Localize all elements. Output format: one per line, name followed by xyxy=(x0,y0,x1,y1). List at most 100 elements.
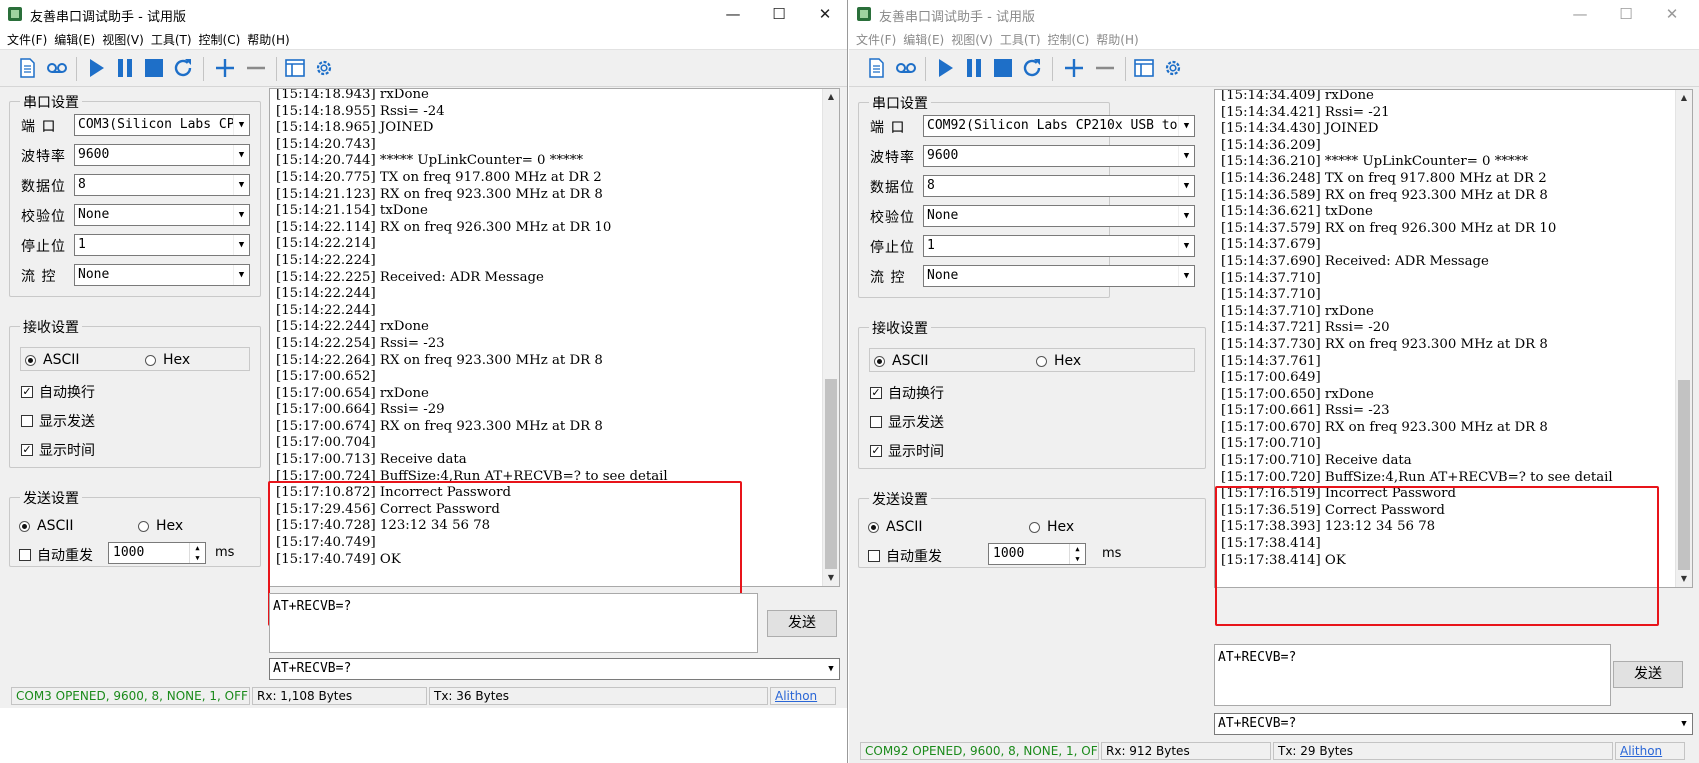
menu-control[interactable]: 控制(C) xyxy=(199,31,241,48)
stop-icon[interactable] xyxy=(990,55,1016,81)
auto-resend-checkbox[interactable]: 自动重发 xyxy=(868,546,942,566)
menu-file[interactable]: 文件(F) xyxy=(856,31,896,48)
minus-icon[interactable] xyxy=(243,55,269,81)
play-icon[interactable] xyxy=(83,55,109,81)
maximize-icon[interactable]: ☐ xyxy=(1603,0,1649,28)
flow-control-select[interactable]: None ▼ xyxy=(923,265,1195,287)
vendor-link[interactable]: Alithon xyxy=(770,687,836,705)
minus-icon[interactable] xyxy=(1092,55,1118,81)
flow-control-select[interactable]: None ▼ xyxy=(74,264,250,286)
data-bits-label: 数据位 xyxy=(870,180,915,196)
scroll-up-icon[interactable]: ▲ xyxy=(823,89,839,105)
refresh-icon[interactable] xyxy=(170,55,196,81)
serial-assistant-window-2: 友善串口调试助手 - 试用版 — ☐ ✕ 文件(F) 编辑(E) 视图(V) 工具(T… xyxy=(849,0,1699,763)
send-ascii-radio[interactable]: ASCII xyxy=(868,519,923,535)
receive-scrollbar[interactable]: ▲ ▼ xyxy=(822,89,839,586)
title-bar[interactable]: 友善串口调试助手 - 试用版 — ☐ ✕ xyxy=(849,0,1699,28)
receive-area[interactable]: [15:14:34.409] rxDone [15:14:34.421] Rss… xyxy=(1214,89,1693,588)
scroll-down-icon[interactable]: ▼ xyxy=(823,570,839,586)
port-label: 端 口 xyxy=(870,120,906,136)
stepper-arrows-icon[interactable]: ▲ ▼ xyxy=(189,543,205,563)
minimize-icon[interactable]: — xyxy=(1557,0,1603,28)
show-time-checkbox[interactable]: ✓ 显示时间 xyxy=(870,441,944,461)
history-select[interactable]: AT+RECVB=? ▼ xyxy=(269,658,840,680)
layout-icon[interactable] xyxy=(1131,55,1157,81)
parity-select[interactable]: None ▼ xyxy=(923,205,1195,227)
play-icon[interactable] xyxy=(932,55,958,81)
receive-format-group: ASCII Hex xyxy=(869,348,1195,372)
scroll-thumb[interactable] xyxy=(825,379,837,569)
group-title: 接收设置 xyxy=(20,317,82,337)
pause-icon[interactable] xyxy=(961,55,987,81)
port-select[interactable]: COM92(Silicon Labs CP210x USB to ▼ xyxy=(923,115,1195,137)
auto-wrap-checkbox[interactable]: ✓ 自动换行 xyxy=(21,382,95,402)
chevron-down-icon: ▼ xyxy=(1178,236,1194,256)
menu-tools[interactable]: 工具(T) xyxy=(1000,31,1041,48)
history-select[interactable]: AT+RECVB=? ▼ xyxy=(1214,713,1693,735)
menu-help[interactable]: 帮助(H) xyxy=(247,31,289,48)
settings-icon[interactable] xyxy=(311,55,337,81)
auto-resend-checkbox[interactable]: 自动重发 xyxy=(19,545,93,565)
receive-area[interactable]: [15:14:18.943] rxDone [15:14:18.955] Rss… xyxy=(269,88,840,587)
plus-icon[interactable] xyxy=(1061,55,1087,81)
plus-icon[interactable] xyxy=(212,55,238,81)
stop-bits-label: 停止位 xyxy=(21,239,66,255)
recv-hex-radio[interactable]: Hex xyxy=(1036,353,1081,369)
interval-stepper[interactable]: 1000 ▲ ▼ xyxy=(108,542,206,564)
tape-icon[interactable] xyxy=(44,55,70,81)
send-hex-radio[interactable]: Hex xyxy=(1029,519,1074,535)
vendor-link[interactable]: Alithon xyxy=(1615,742,1685,760)
send-ascii-radio[interactable]: ASCII xyxy=(19,518,74,534)
port-status: COM3 OPENED, 9600, 8, NONE, 1, OFF xyxy=(11,687,250,705)
recv-ascii-radio[interactable]: ASCII xyxy=(25,352,80,368)
menu-edit[interactable]: 编辑(E) xyxy=(54,31,95,48)
new-file-icon[interactable] xyxy=(14,55,40,81)
scroll-thumb[interactable] xyxy=(1678,380,1690,570)
recv-ascii-radio[interactable]: ASCII xyxy=(874,353,929,369)
menu-edit[interactable]: 编辑(E) xyxy=(903,31,944,48)
menu-help[interactable]: 帮助(H) xyxy=(1096,31,1138,48)
send-input[interactable]: AT+RECVB=? xyxy=(1214,644,1611,706)
close-icon[interactable]: ✕ xyxy=(802,0,847,28)
chevron-down-icon: ▼ xyxy=(233,175,249,195)
data-bits-select[interactable]: 8 ▼ xyxy=(923,175,1195,197)
show-send-checkbox[interactable]: 显示发送 xyxy=(870,412,944,432)
send-input[interactable]: AT+RECVB=? xyxy=(269,593,758,653)
scroll-up-icon[interactable]: ▲ xyxy=(1676,90,1692,106)
menu-view[interactable]: 视图(V) xyxy=(951,31,993,48)
stop-bits-select[interactable]: 1 ▼ xyxy=(923,235,1195,257)
show-time-checkbox[interactable]: ✓ 显示时间 xyxy=(21,440,95,460)
stop-icon[interactable] xyxy=(141,55,167,81)
send-button[interactable]: 发送 xyxy=(1613,661,1683,688)
send-button[interactable]: 发送 xyxy=(767,610,837,637)
parity-select[interactable]: None ▼ xyxy=(74,204,250,226)
refresh-icon[interactable] xyxy=(1019,55,1045,81)
stepper-arrows-icon[interactable]: ▲ ▼ xyxy=(1069,544,1085,564)
layout-icon[interactable] xyxy=(282,55,308,81)
new-file-icon[interactable] xyxy=(863,55,889,81)
minimize-icon[interactable]: — xyxy=(710,0,756,28)
baud-select[interactable]: 9600 ▼ xyxy=(74,144,250,166)
menu-tools[interactable]: 工具(T) xyxy=(151,31,192,48)
title-bar[interactable]: 友善串口调试助手 - 试用版 — ☐ ✕ xyxy=(0,0,847,28)
recv-hex-radio[interactable]: Hex xyxy=(145,352,190,368)
window-title: 友善串口调试助手 - 试用版 xyxy=(879,10,1035,25)
settings-icon[interactable] xyxy=(1160,55,1186,81)
menu-control[interactable]: 控制(C) xyxy=(1048,31,1090,48)
show-send-checkbox[interactable]: 显示发送 xyxy=(21,411,95,431)
send-hex-radio[interactable]: Hex xyxy=(138,518,183,534)
interval-stepper[interactable]: 1000 ▲ ▼ xyxy=(988,543,1086,565)
tape-icon[interactable] xyxy=(893,55,919,81)
maximize-icon[interactable]: ☐ xyxy=(756,0,802,28)
auto-wrap-checkbox[interactable]: ✓ 自动换行 xyxy=(870,383,944,403)
data-bits-select[interactable]: 8 ▼ xyxy=(74,174,250,196)
close-icon[interactable]: ✕ xyxy=(1649,0,1695,28)
port-select[interactable]: COM3(Silicon Labs CP ▼ xyxy=(74,114,250,136)
receive-scrollbar[interactable]: ▲ ▼ xyxy=(1675,90,1692,587)
scroll-down-icon[interactable]: ▼ xyxy=(1676,571,1692,587)
baud-select[interactable]: 9600 ▼ xyxy=(923,145,1195,167)
stop-bits-select[interactable]: 1 ▼ xyxy=(74,234,250,256)
menu-view[interactable]: 视图(V) xyxy=(102,31,144,48)
pause-icon[interactable] xyxy=(112,55,138,81)
menu-file[interactable]: 文件(F) xyxy=(7,31,47,48)
